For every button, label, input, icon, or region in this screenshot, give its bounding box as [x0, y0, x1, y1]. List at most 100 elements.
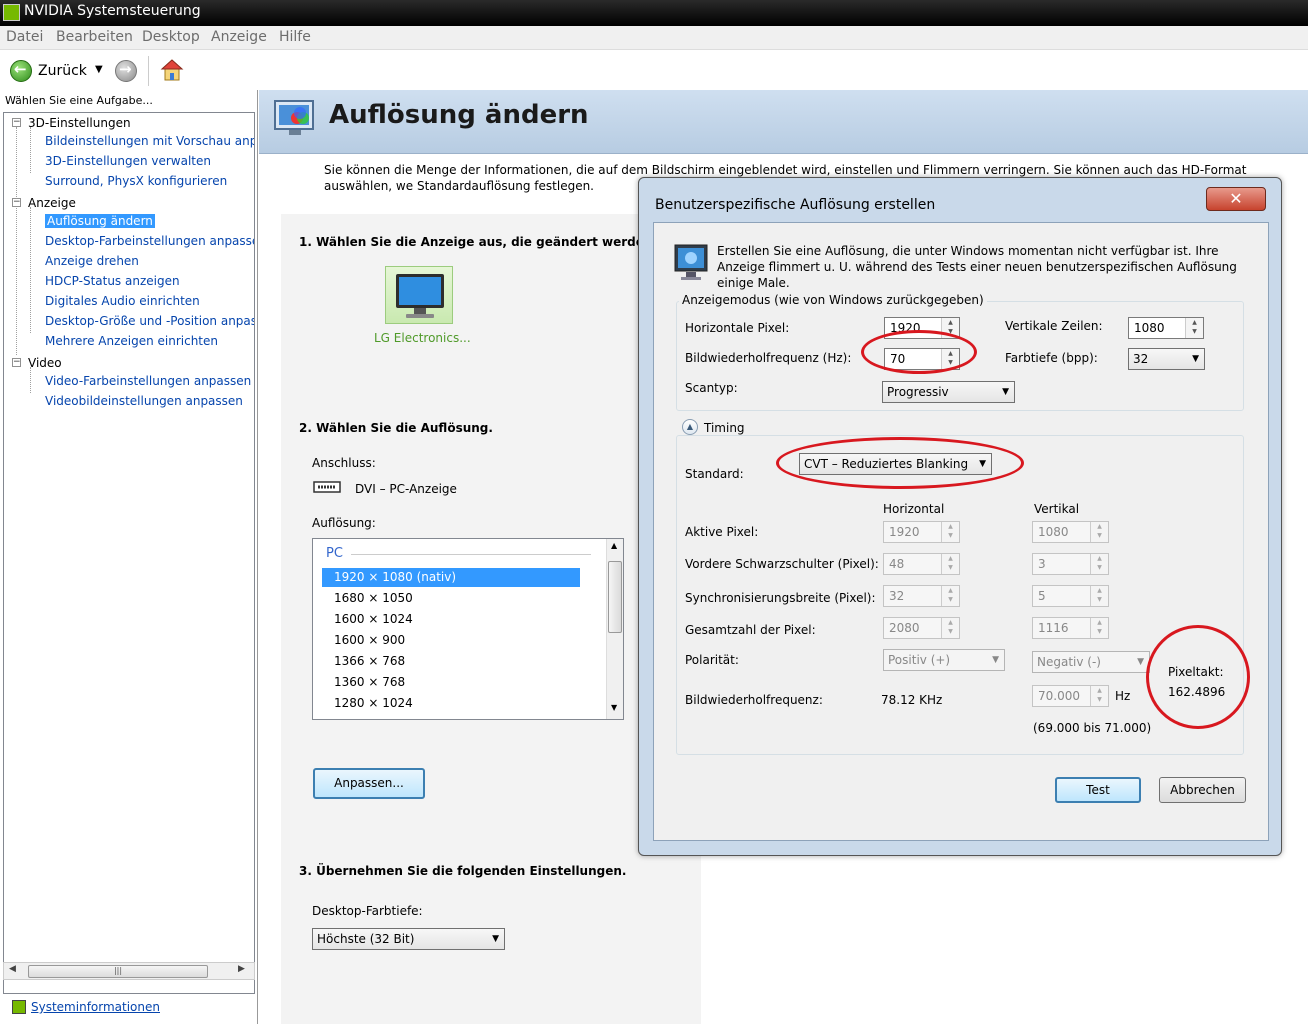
tree-item-aufloesung-aendern[interactable]: Auflösung ändern: [45, 214, 155, 228]
porch-v-spinner[interactable]: 3 ▲ ▼: [1032, 553, 1109, 575]
chevron-down-icon: ▼: [1137, 657, 1144, 667]
tree-item-video-farbe[interactable]: Video-Farbeinstellungen anpassen: [45, 374, 251, 388]
back-history-dropdown-icon[interactable]: ▼: [95, 64, 103, 75]
spinner-arrows-icon[interactable]: ▲ ▼: [1090, 586, 1108, 606]
menu-datei[interactable]: Datei: [6, 29, 43, 45]
chevron-down-icon: ▼: [1002, 387, 1009, 397]
porch-h-value: 48: [889, 557, 905, 571]
display-name[interactable]: LG Electronics...: [374, 331, 471, 345]
active-v-value: 1080: [1038, 525, 1069, 539]
spinner-arrows-icon[interactable]: ▲ ▼: [1090, 554, 1108, 574]
refresh-rate-label: Bildwiederholfrequenz:: [685, 693, 823, 707]
display-selector-lg[interactable]: [385, 266, 453, 324]
refresh-v-spinner[interactable]: 70.000 ▲ ▼: [1032, 685, 1109, 707]
menu-bearbeiten[interactable]: Bearbeiten: [56, 29, 133, 45]
scroll-left-icon[interactable]: ◀: [9, 964, 16, 974]
tree-group-anzeige[interactable]: Anzeige: [28, 196, 76, 210]
resolution-item[interactable]: 1360 × 768: [322, 673, 580, 692]
porch-v-value: 3: [1038, 557, 1046, 571]
tree-horizontal-scrollbar[interactable]: ◀ ||| ▶: [3, 962, 255, 980]
menu-desktop[interactable]: Desktop: [142, 29, 200, 45]
monitor-icon: [674, 244, 708, 280]
sync-width-label: Synchronisierungsbreite (Pixel):: [685, 591, 876, 605]
back-arrow-icon[interactable]: [10, 60, 32, 82]
close-button[interactable]: ✕: [1206, 187, 1266, 211]
scrollbar-thumb[interactable]: |||: [28, 965, 208, 978]
resolution-item[interactable]: 1600 × 1024: [322, 610, 580, 629]
sync-v-spinner[interactable]: 5 ▲ ▼: [1032, 585, 1109, 607]
chevron-down-icon: ▼: [992, 655, 999, 665]
timing-caption[interactable]: Timing: [701, 421, 748, 435]
color-depth-label: Desktop-Farbtiefe:: [312, 904, 423, 918]
scrollbar-thumb[interactable]: [608, 561, 622, 633]
spinner-arrows-icon[interactable]: ▲ ▼: [941, 522, 959, 542]
spinner-arrows-icon[interactable]: ▲ ▼: [941, 618, 959, 638]
active-v-spinner[interactable]: 1080 ▲ ▼: [1032, 521, 1109, 543]
step2-heading: 2. Wählen Sie die Auflösung.: [299, 421, 493, 435]
collapse-timing-icon[interactable]: ▲: [682, 419, 698, 435]
resolution-label: Auflösung:: [312, 516, 376, 530]
system-info-icon: [12, 1000, 26, 1014]
tree-item-desktop-groesse[interactable]: Desktop-Größe und -Position anpass: [45, 314, 254, 328]
spinner-arrows-icon[interactable]: ▲ ▼: [941, 554, 959, 574]
tree-item-hdcp-status[interactable]: HDCP-Status anzeigen: [45, 274, 180, 288]
color-depth-dropdown[interactable]: Höchste (32 Bit) ▼: [312, 928, 505, 950]
v-lines-value: 1080: [1134, 321, 1165, 335]
resolution-group-label: PC: [326, 546, 343, 561]
depth-dropdown[interactable]: 32 ▼: [1128, 348, 1205, 370]
total-h-spinner[interactable]: 2080 ▲ ▼: [883, 617, 960, 639]
tree-item-videobild[interactable]: Videobildeinstellungen anpassen: [45, 394, 243, 408]
spinner-arrows-icon[interactable]: ▲ ▼: [1090, 522, 1108, 542]
sync-h-spinner[interactable]: 32 ▲ ▼: [883, 585, 960, 607]
scroll-right-icon[interactable]: ▶: [238, 964, 245, 974]
scroll-up-icon[interactable]: ▲: [611, 541, 617, 550]
tree-item-3d-verwalten[interactable]: 3D-Einstellungen verwalten: [45, 154, 211, 168]
chevron-down-icon: ▼: [1192, 354, 1199, 364]
total-v-value: 1116: [1038, 621, 1069, 635]
tree-group-video[interactable]: Video: [28, 356, 62, 370]
test-button[interactable]: Test: [1055, 777, 1141, 803]
back-button[interactable]: Zurück: [38, 63, 87, 79]
menu-hilfe[interactable]: Hilfe: [279, 29, 311, 45]
scan-type-dropdown[interactable]: Progressiv ▼: [882, 381, 1015, 403]
active-h-value: 1920: [889, 525, 920, 539]
expand-toggle-icon[interactable]: −: [12, 198, 21, 207]
cancel-button[interactable]: Abbrechen: [1159, 777, 1246, 803]
tree-group-3d[interactable]: 3D-Einstellungen: [28, 116, 131, 130]
group-divider: [351, 554, 591, 555]
customize-button[interactable]: Anpassen...: [313, 768, 425, 799]
tree-item-bildeinstellungen[interactable]: Bildeinstellungen mit Vorschau anpa: [45, 134, 254, 148]
total-v-spinner[interactable]: 1116 ▲ ▼: [1032, 617, 1109, 639]
tree-item-surround-physx[interactable]: Surround, PhysX konfigurieren: [45, 174, 227, 188]
resolution-item[interactable]: 1920 × 1080 (nativ): [322, 568, 580, 587]
forward-arrow-icon[interactable]: [115, 60, 137, 82]
resolution-item[interactable]: 1600 × 900: [322, 631, 580, 650]
spinner-arrows-icon[interactable]: ▲ ▼: [1185, 318, 1203, 338]
active-h-spinner[interactable]: 1920 ▲ ▼: [883, 521, 960, 543]
system-info-link[interactable]: Systeminformationen: [31, 1000, 160, 1014]
polarity-v-dropdown[interactable]: Negativ (-) ▼: [1032, 651, 1150, 673]
tree-item-digitales-audio[interactable]: Digitales Audio einrichten: [45, 294, 200, 308]
home-icon[interactable]: [160, 58, 184, 82]
v-lines-spinner[interactable]: 1080 ▲ ▼: [1128, 317, 1204, 339]
porch-h-spinner[interactable]: 48 ▲ ▼: [883, 553, 960, 575]
expand-toggle-icon[interactable]: −: [12, 358, 21, 367]
menu-anzeige[interactable]: Anzeige: [211, 29, 267, 45]
scroll-down-icon[interactable]: ▼: [611, 703, 617, 712]
scan-type-value: Progressiv: [887, 385, 949, 399]
expand-toggle-icon[interactable]: −: [12, 118, 21, 127]
tree-item-anzeige-drehen[interactable]: Anzeige drehen: [45, 254, 139, 268]
resolution-item[interactable]: 1680 × 1050: [322, 589, 580, 608]
refresh-v-value: 70.000: [1038, 689, 1080, 703]
resolution-list[interactable]: PC 1920 × 1080 (nativ) 1680 × 1050 1600 …: [312, 538, 624, 720]
tree-item-mehrere-anzeigen[interactable]: Mehrere Anzeigen einrichten: [45, 334, 218, 348]
dvi-connector-icon: [313, 481, 341, 493]
spinner-arrows-icon[interactable]: ▲ ▼: [941, 586, 959, 606]
resolution-item[interactable]: 1280 × 1024: [322, 694, 580, 713]
tree-item-desktop-farbe[interactable]: Desktop-Farbeinstellungen anpasser: [45, 234, 254, 248]
spinner-arrows-icon[interactable]: ▲ ▼: [1090, 618, 1108, 638]
resolution-list-scrollbar[interactable]: ▲ ▼: [606, 539, 623, 719]
polarity-h-dropdown[interactable]: Positiv (+) ▼: [883, 649, 1005, 671]
resolution-item[interactable]: 1366 × 768: [322, 652, 580, 671]
spinner-arrows-icon[interactable]: ▲ ▼: [1090, 686, 1108, 706]
